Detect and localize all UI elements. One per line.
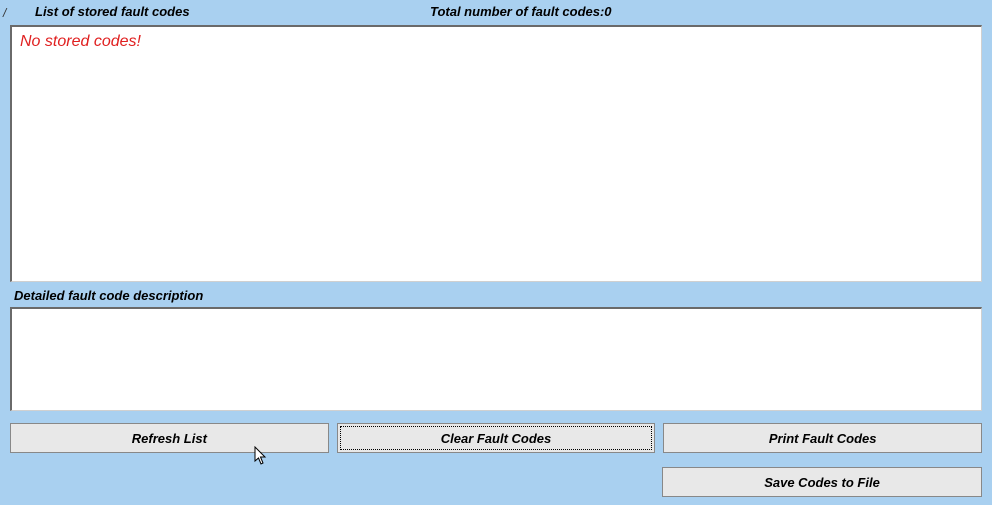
list-title-label: List of stored fault codes bbox=[10, 4, 190, 19]
refresh-list-button[interactable]: Refresh List bbox=[10, 423, 329, 453]
slash-mark: / bbox=[3, 6, 6, 20]
header-row: List of stored fault codes Total number … bbox=[0, 0, 992, 25]
detail-description-panel[interactable] bbox=[10, 307, 982, 411]
save-codes-to-file-button[interactable]: Save Codes to File bbox=[662, 467, 982, 497]
fault-codes-list-panel[interactable]: No stored codes! bbox=[10, 25, 982, 282]
clear-fault-codes-button[interactable]: Clear Fault Codes bbox=[337, 423, 656, 453]
spacer bbox=[10, 467, 646, 497]
button-row-secondary: Save Codes to File bbox=[0, 453, 992, 497]
no-codes-message: No stored codes! bbox=[20, 33, 973, 51]
button-row-primary: Refresh List Clear Fault Codes Print Fau… bbox=[0, 411, 992, 453]
print-fault-codes-button[interactable]: Print Fault Codes bbox=[663, 423, 982, 453]
detail-description-label: Detailed fault code description bbox=[0, 282, 992, 307]
total-count-label: Total number of fault codes:0 bbox=[430, 4, 612, 19]
